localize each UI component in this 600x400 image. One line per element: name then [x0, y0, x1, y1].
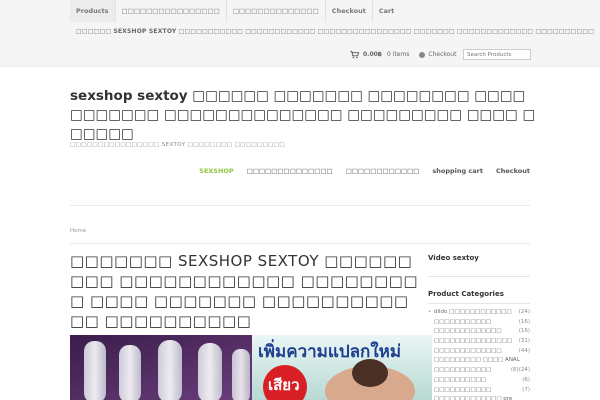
category-count: (16)	[518, 328, 530, 335]
breadcrumb[interactable]: Home	[70, 228, 86, 234]
category-name: □□□□□□□□□□	[434, 376, 486, 383]
category-name: dildo □□□□□□□□□□□□	[434, 309, 512, 315]
category-count: (44)	[518, 347, 530, 354]
top-nav-item-2[interactable]: □□□□□□□□□□□□□□□□	[116, 0, 226, 22]
category-item[interactable]: □□□□□□□□□□□□□ (16)	[428, 327, 530, 337]
top-nav-cart[interactable]: Cart	[373, 0, 400, 22]
announcement-rest: □□□□□□□□□□□ □□□□□□□□□□□□ □□□□□□□□□□□□□□□…	[176, 28, 595, 35]
sidebar-divider	[428, 276, 530, 277]
category-count: (31)	[518, 338, 530, 345]
category-name: □□□□□□□□□ □□□□ ANAL	[434, 357, 520, 364]
category-item[interactable]: □□□□□□□□□ □□□□ ANAL	[428, 356, 530, 366]
site-description: □□□□□□□□□□□□□□□□ SEXTOY □□□□□□□□ □□□□□□□…	[70, 142, 285, 148]
cart-item-count: 0 items	[386, 51, 410, 58]
post-banner-image[interactable]: เพิ่มความแปลกใหม่ เสียว	[70, 335, 432, 400]
announcement-prefix: □□□□□□	[76, 28, 114, 35]
category-name: □□□□□□□□□□□	[434, 386, 492, 393]
category-list: dildo □□□□□□□□□□□□(24)□□□□□□□□□□□(16)□□□…	[428, 308, 530, 400]
category-item[interactable]: □□□□□□□□□□□□□□□ (31)	[428, 337, 530, 347]
top-bar: Products □□□□□□□□□□□□□□□□ □□□□□□□□□□□□□□…	[0, 0, 600, 67]
category-name: □□□□□□□□□□□□□	[434, 347, 502, 354]
categories-widget: Product Categories	[428, 290, 530, 298]
breadcrumb-divider	[70, 243, 530, 244]
main-nav-item-3[interactable]: □□□□□□□□□□□□	[346, 166, 420, 176]
category-count: (7)	[522, 386, 530, 393]
top-announcement[interactable]: □□□□□□ SEXSHOP SEXTOY □□□□□□□□□□□ □□□□□□…	[76, 28, 594, 35]
video-widget: Video sextoy	[428, 254, 530, 262]
categories-heading: Product Categories	[428, 290, 504, 298]
main-nav: SEXSHOP □□□□□□□□□□□□□□ □□□□□□□□□□□□ shop…	[190, 166, 530, 176]
category-item[interactable]: □□□□□□□□□□□ (7)	[428, 386, 530, 396]
video-heading: Video sextoy	[428, 254, 479, 262]
cart-summary[interactable]: 0.00฿ 0 items Checkout	[350, 49, 456, 60]
category-count: (24)	[518, 309, 530, 315]
main-nav-checkout[interactable]: Checkout	[496, 166, 530, 176]
site-title[interactable]: sexshop sextoy □□□□□□ □□□□□□□ □□□□□□□□ □…	[70, 87, 540, 144]
category-item[interactable]: □□□□□□□□□□□ (6)(24)	[428, 366, 530, 376]
category-count: (6)	[522, 376, 530, 383]
category-item[interactable]: dildo □□□□□□□□□□□□ (24)	[428, 308, 530, 318]
category-name: □□□□□□□□□□□□□ pre	[434, 396, 513, 400]
category-item[interactable]: □□□□□□□□□□ (6)	[428, 376, 530, 386]
announcement-brand: SEXSHOP SEXTOY	[113, 28, 177, 35]
checkout-link[interactable]: Checkout	[428, 51, 456, 58]
main-nav-shopping-cart[interactable]: shopping cart	[432, 166, 483, 176]
top-nav-item-3[interactable]: □□□□□□□□□□□□□□	[227, 0, 325, 22]
post-title: □□□□□□□ SEXSHOP SEXTOY □□□□□□ □□□ □□□□□□…	[70, 252, 419, 330]
top-nav-checkout[interactable]: Checkout	[326, 0, 372, 22]
category-item[interactable]: □□□□□□□□□□□□□ pre	[428, 395, 530, 400]
category-item[interactable]: □□□□□□□□□□□□□ (44)	[428, 347, 530, 357]
category-name: □□□□□□□□□□□	[434, 367, 492, 374]
cart-amount: 0.00฿	[363, 51, 382, 58]
category-count: (16)	[518, 318, 530, 325]
main-nav-sexshop[interactable]: SEXSHOP	[199, 166, 234, 176]
sidebar-divider	[428, 303, 530, 304]
shopping-cart-icon	[350, 50, 359, 59]
header-divider	[70, 205, 530, 206]
banner-badge-text: เสียว	[268, 376, 300, 394]
banner-headline: เพิ่มความแปลกใหม่	[258, 342, 402, 362]
category-name: □□□□□□□□□□□□□	[434, 328, 502, 335]
category-count: (6)(24)	[510, 367, 530, 374]
top-nav-products[interactable]: Products	[70, 0, 115, 22]
category-item[interactable]: □□□□□□□□□□□ (16)	[428, 318, 530, 328]
top-nav: Products □□□□□□□□□□□□□□□□ □□□□□□□□□□□□□□…	[70, 0, 400, 22]
category-name: □□□□□□□□□□□	[434, 318, 492, 325]
checkout-icon	[419, 51, 426, 58]
category-name: □□□□□□□□□□□□□□□	[434, 338, 512, 345]
main-nav-item-2[interactable]: □□□□□□□□□□□□□□	[247, 166, 333, 176]
search-input[interactable]	[463, 49, 531, 60]
